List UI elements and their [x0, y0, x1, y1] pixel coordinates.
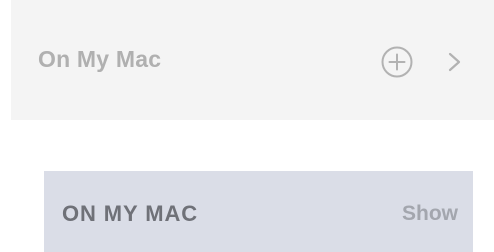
chevron-right-icon — [448, 52, 461, 72]
on-my-mac-sidebar-row[interactable]: On My Mac — [11, 0, 494, 120]
screenshot-canvas: On My Mac ON MY MAC Show — [0, 0, 494, 252]
add-folder-button[interactable] — [377, 44, 417, 80]
disclosure-button[interactable] — [443, 46, 467, 78]
plus-circle-icon — [381, 46, 413, 78]
show-button[interactable]: Show — [402, 202, 458, 226]
on-my-mac-section-header[interactable]: ON MY MAC Show — [44, 171, 473, 252]
section-header-label: ON MY MAC — [62, 201, 199, 226]
sidebar-row-label: On My Mac — [38, 46, 162, 72]
